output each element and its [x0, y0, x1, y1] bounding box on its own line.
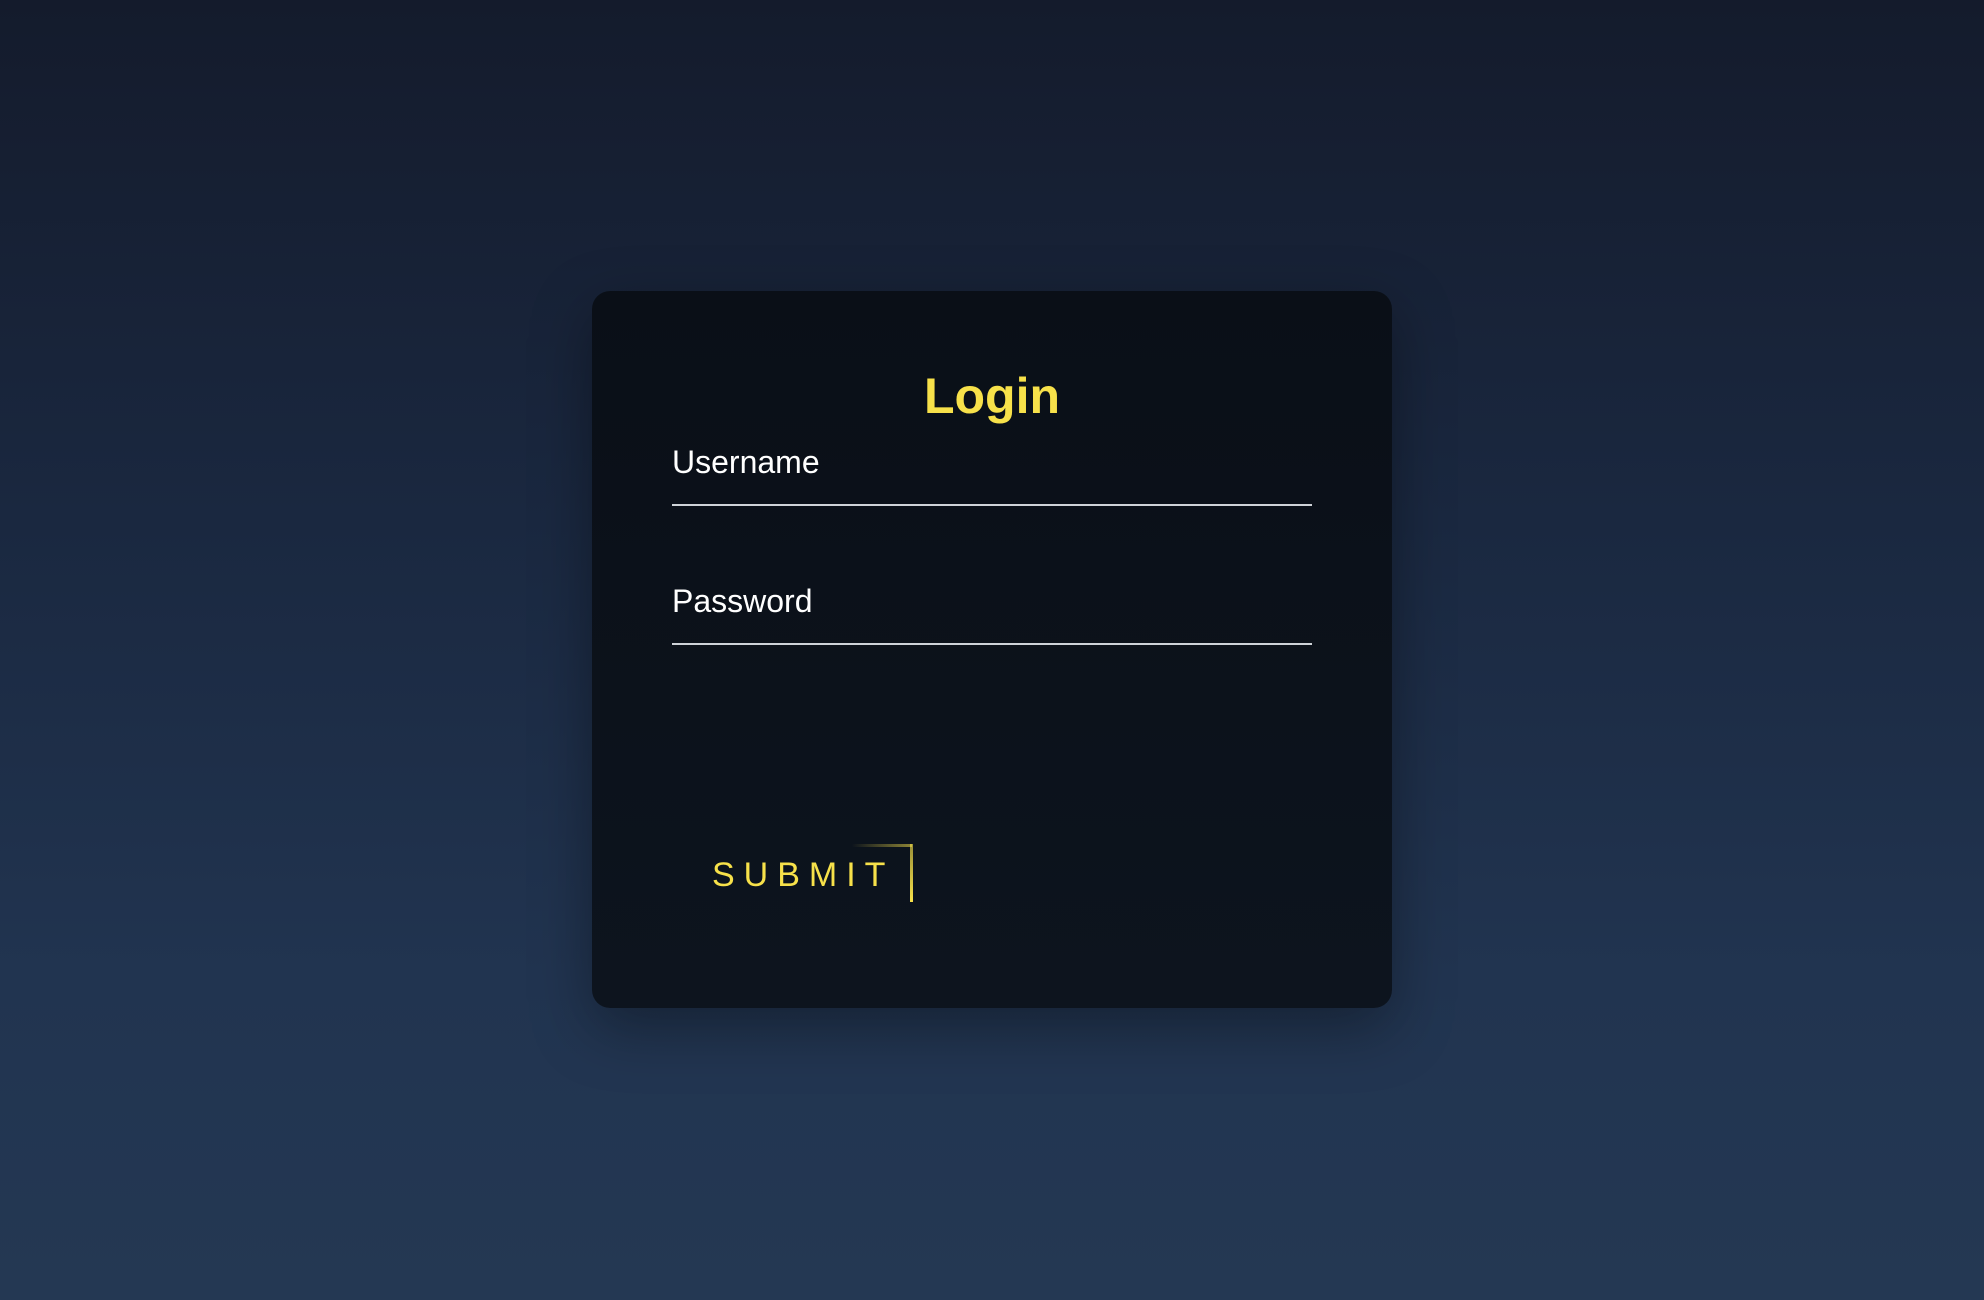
- submit-label: SUBMIT: [712, 856, 895, 894]
- submit-border-right-line: [910, 844, 913, 902]
- submit-button[interactable]: SUBMIT: [712, 844, 930, 904]
- username-field[interactable]: Username: [672, 436, 1312, 506]
- username-input[interactable]: [672, 446, 1312, 506]
- login-title: Login: [923, 368, 1061, 424]
- password-input[interactable]: [672, 585, 1312, 645]
- submit-border-top-line: [852, 844, 912, 847]
- login-card: Login Username Password SUBMIT: [592, 291, 1392, 1008]
- password-field[interactable]: Password: [672, 575, 1312, 645]
